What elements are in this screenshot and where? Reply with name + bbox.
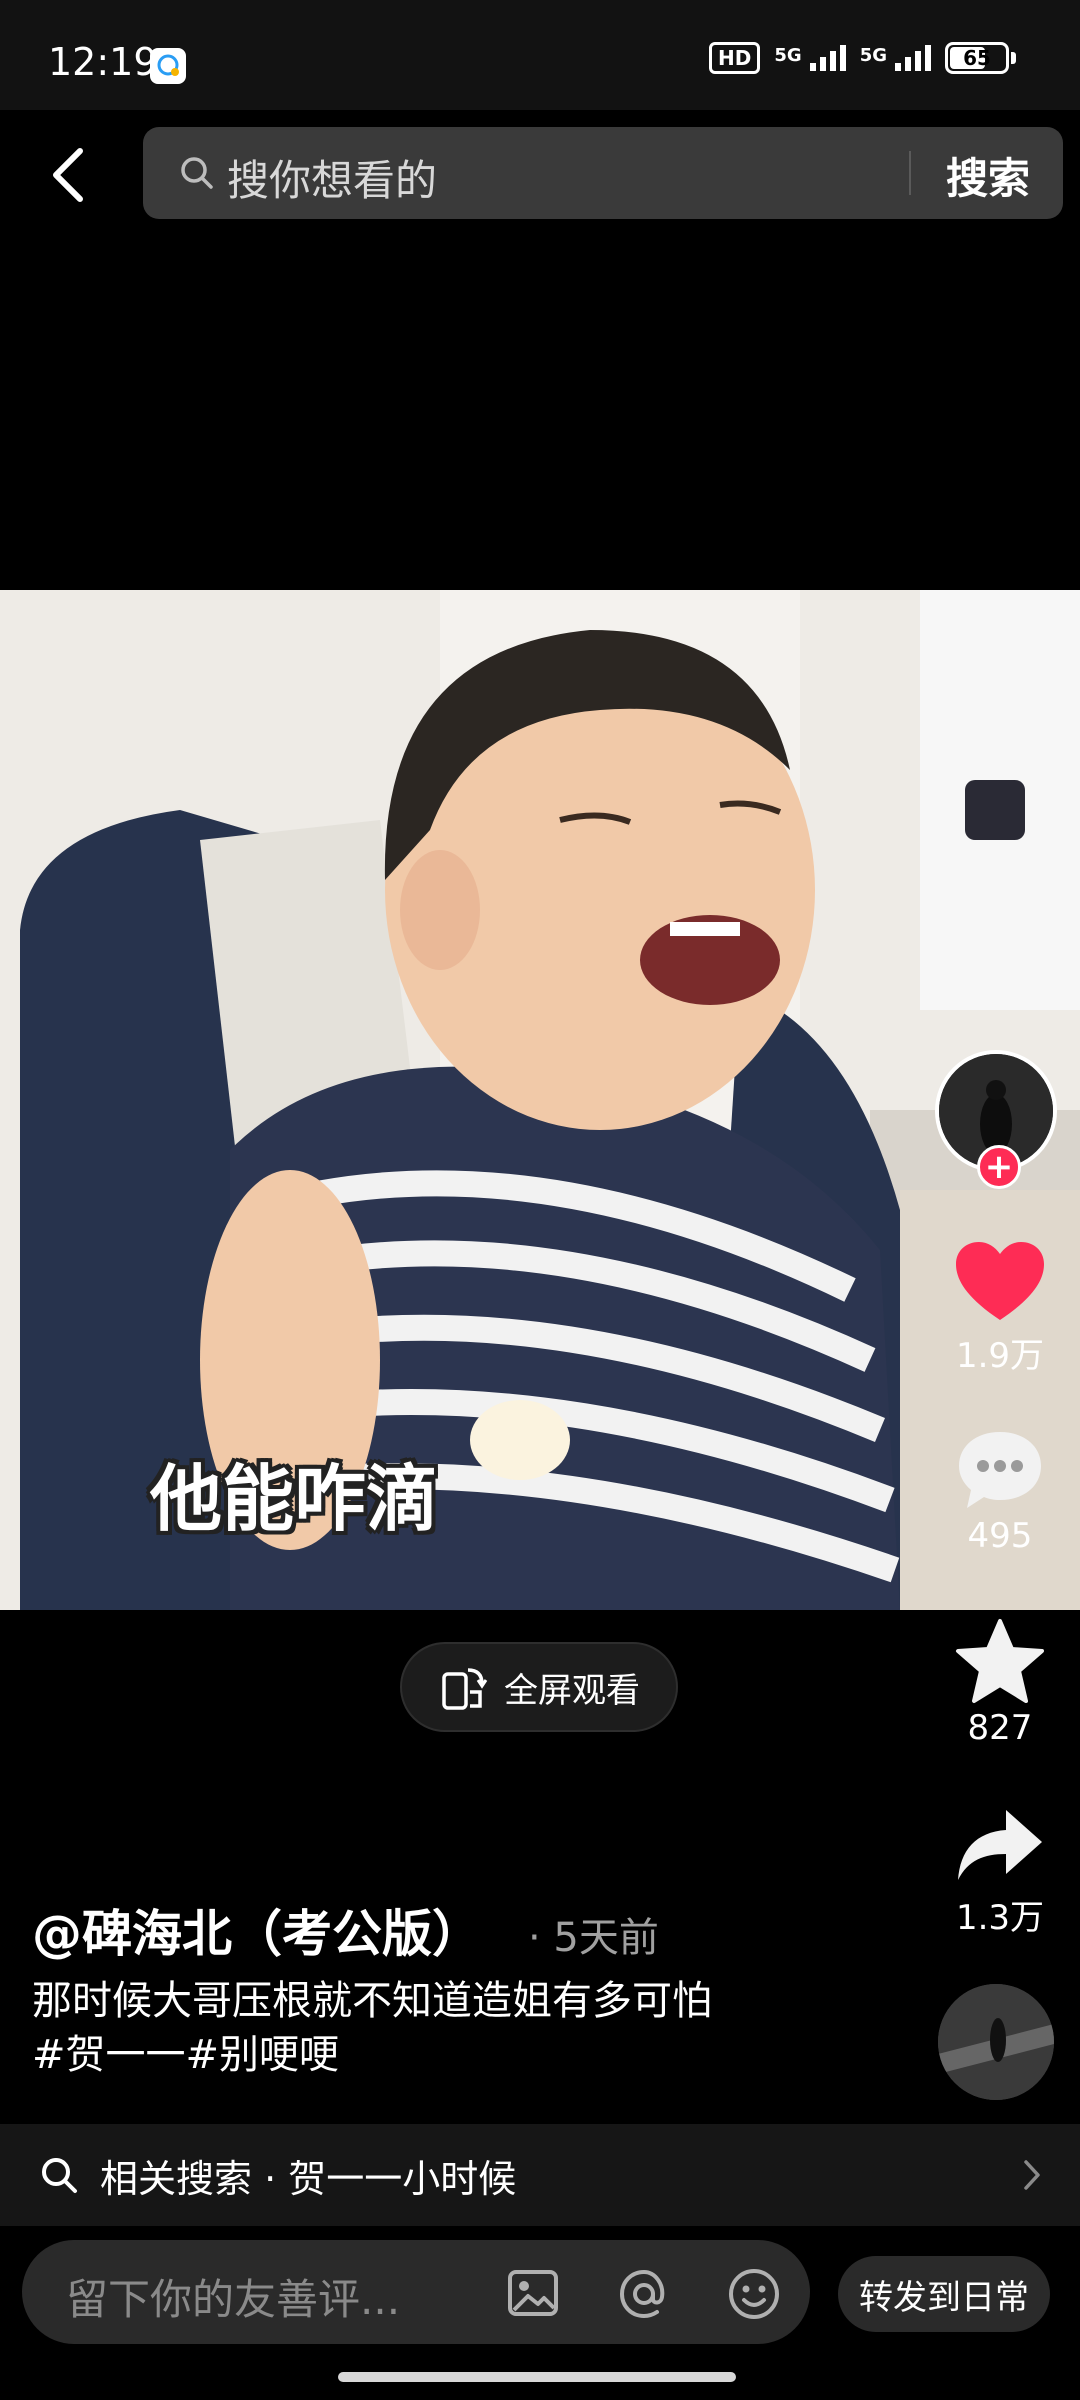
video-caption: 那时候大哥压根就不知道造姐有多可怕 #贺一一#别哽哽 xyxy=(32,1974,892,2082)
related-search-bar[interactable]: 相关搜索 · 贺一一小时候 xyxy=(0,2124,1080,2226)
image-icon[interactable] xyxy=(506,2266,560,2320)
search-divider xyxy=(909,151,911,195)
comment-button[interactable]: 495 xyxy=(940,1428,1060,1556)
share-icon xyxy=(958,1810,1042,1880)
battery-icon: 65 xyxy=(945,42,1016,74)
comment-icon xyxy=(959,1432,1041,1508)
status-time: 12:19 xyxy=(48,40,158,84)
star-icon xyxy=(956,1619,1044,1703)
back-button[interactable] xyxy=(40,140,96,210)
repost-to-daily-button[interactable]: 转发到日常 xyxy=(838,2256,1050,2332)
chevron-left-icon xyxy=(53,148,83,202)
rotate-screen-icon xyxy=(442,1668,488,1710)
caption-line: 那时候大哥压根就不知道造姐有多可怕 xyxy=(32,1978,712,2024)
share-button[interactable]: 1.3万 xyxy=(940,1806,1060,1939)
search-button[interactable]: 搜索 xyxy=(923,145,1053,206)
search-bar[interactable]: 搜你想看的 搜索 xyxy=(143,127,1063,219)
video-player[interactable]: 他能咋滴 xyxy=(0,590,1080,1610)
signal-icon: 5G xyxy=(774,45,846,71)
chevron-right-icon xyxy=(1024,2160,1040,2190)
author-name[interactable]: @碑海北（考公版） xyxy=(32,1894,482,1966)
author-line: @碑海北（考公版） · 5天前 xyxy=(32,1894,659,1966)
signal-icon: 5G xyxy=(860,45,931,71)
search-icon xyxy=(181,157,213,189)
heart-icon xyxy=(956,1242,1044,1320)
status-bar: 12:19 HD 5G 5G 65 xyxy=(0,0,1080,110)
related-search-text: 相关搜索 · 贺一一小时候 xyxy=(100,2156,517,2201)
favorite-button[interactable]: 827 xyxy=(940,1618,1060,1748)
status-indicators: HD 5G 5G 65 xyxy=(709,42,1016,74)
search-icon xyxy=(42,2158,77,2193)
comment-input[interactable]: 留下你的友善评... xyxy=(22,2240,810,2344)
search-input[interactable]: 搜你想看的 xyxy=(227,147,437,208)
hd-badge: HD xyxy=(709,42,761,74)
home-indicator[interactable] xyxy=(338,2372,736,2382)
notification-app-icon xyxy=(150,48,186,84)
share-count: 1.3万 xyxy=(955,1898,1045,1938)
mention-icon[interactable] xyxy=(616,2266,672,2322)
caption-hashtags[interactable]: #贺一一#别哽哽 xyxy=(32,2028,892,2082)
video-subtitle: 他能咋滴 xyxy=(150,1457,439,1541)
fullscreen-button[interactable]: 全屏观看 xyxy=(400,1642,678,1732)
like-count: 1.9万 xyxy=(955,1336,1045,1376)
follow-button[interactable]: + xyxy=(977,1145,1021,1189)
music-disc[interactable] xyxy=(938,1984,1054,2100)
fullscreen-label: 全屏观看 xyxy=(504,1670,640,1711)
author-avatar-group: + xyxy=(935,1050,1061,1190)
comment-placeholder: 留下你的友善评... xyxy=(66,2275,401,2324)
battery-level: 65 xyxy=(963,46,991,70)
comment-count: 495 xyxy=(967,1516,1033,1556)
favorite-count: 827 xyxy=(967,1708,1033,1748)
post-time: · 5天前 xyxy=(528,1915,659,1961)
emoji-icon[interactable] xyxy=(726,2266,782,2322)
like-button[interactable]: 1.9万 xyxy=(940,1240,1060,1377)
